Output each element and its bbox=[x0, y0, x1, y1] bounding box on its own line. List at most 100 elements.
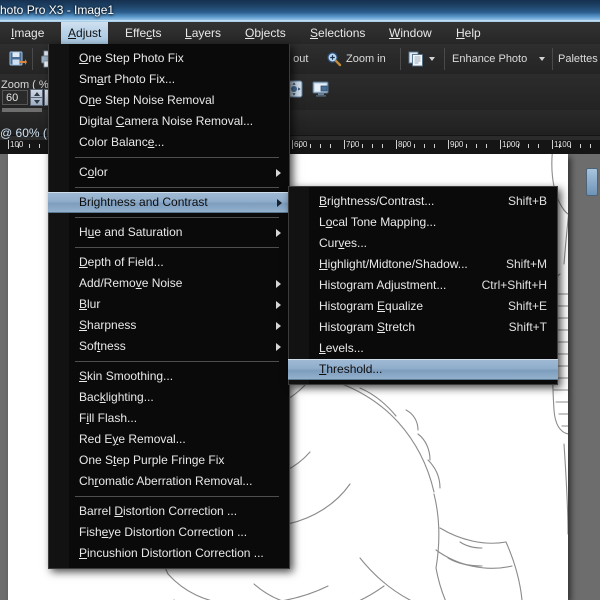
ruler-tick-minor bbox=[414, 144, 415, 148]
menu-item-depth-of-field[interactable]: Depth of Field... bbox=[49, 252, 289, 273]
enhance-photo-dropdown-arrow-icon[interactable] bbox=[539, 57, 545, 61]
monitor-icon[interactable] bbox=[312, 80, 330, 98]
submenu-item-histogram-stretch[interactable]: Histogram Stretch Shift+T bbox=[289, 317, 557, 338]
submenu-item-levels[interactable]: Levels... bbox=[289, 338, 557, 359]
menu-separator bbox=[75, 496, 279, 497]
copy-dropdown-arrow-icon[interactable] bbox=[429, 57, 435, 61]
menubar-item-image[interactable]: Image bbox=[4, 22, 51, 44]
submenu-item-shortcut: Shift+E bbox=[507, 299, 547, 313]
spinner-down-icon[interactable] bbox=[34, 100, 40, 104]
ruler-tick-minor bbox=[570, 144, 571, 148]
submenu-item-curves[interactable]: Curves... bbox=[289, 233, 557, 254]
menu-item-skin-smoothing[interactable]: Skin Smoothing... bbox=[49, 366, 289, 387]
submenu-item-histogram-equalize[interactable]: Histogram Equalize Shift+E bbox=[289, 296, 557, 317]
submenu-arrow-icon bbox=[277, 198, 282, 207]
ruler-tick-minor bbox=[590, 144, 591, 148]
vertical-scrollbar-thumb[interactable] bbox=[586, 168, 598, 196]
menubar-item-help[interactable]: Help bbox=[449, 22, 488, 44]
toolbar-separator bbox=[32, 48, 33, 70]
ruler-tick-major bbox=[344, 140, 345, 149]
menu-separator bbox=[75, 361, 279, 362]
menu-item-one-step-photo-fix[interactable]: One Step Photo Fix bbox=[49, 48, 289, 69]
submenu-item-histogram-adjustment[interactable]: Histogram Adjustment... Ctrl+Shift+H bbox=[289, 275, 557, 296]
submenu-item-brightness-contrast[interactable]: Brightness/Contrast... Shift+B bbox=[289, 191, 557, 212]
menu-item-red-eye-removal[interactable]: Red Eye Removal... bbox=[49, 429, 289, 450]
save-as-button[interactable] bbox=[6, 47, 30, 71]
menu-item-fill-flash[interactable]: Fill Flash... bbox=[49, 408, 289, 429]
menu-item-blur[interactable]: Blur bbox=[49, 294, 289, 315]
menu-item-one-step-noise-removal[interactable]: One Step Noise Removal bbox=[49, 90, 289, 111]
zoom-value-input[interactable]: 60 bbox=[2, 90, 28, 105]
submenu-arrow-icon bbox=[276, 168, 281, 177]
ruler-tick-major bbox=[448, 140, 449, 149]
menu-separator bbox=[75, 217, 279, 218]
submenu-arrow-icon bbox=[276, 228, 281, 237]
menu-item-hue-and-saturation[interactable]: Hue and Saturation bbox=[49, 222, 289, 243]
menu-item-label: Color bbox=[79, 165, 108, 179]
menubar-item-window[interactable]: Window bbox=[382, 22, 439, 44]
menu-item-label: One Step Noise Removal bbox=[79, 93, 215, 107]
submenu-arrow-icon bbox=[276, 321, 281, 330]
submenu-item-highlight-midtone-shadow[interactable]: Highlight/Midtone/Shadow... Shift+M bbox=[289, 254, 557, 275]
menu-bar[interactable]: Image Adjust Effects Layers Objects Selection… bbox=[0, 22, 600, 45]
ruler-tick-minor bbox=[518, 144, 519, 148]
menu-item-label: Add/Remove Noise bbox=[79, 276, 183, 290]
ruler-tick-major bbox=[500, 140, 501, 149]
submenu-item-local-tone-mapping[interactable]: Local Tone Mapping... bbox=[289, 212, 557, 233]
ruler-tick-minor bbox=[299, 144, 300, 148]
ruler-tick-minor bbox=[507, 144, 508, 148]
ruler-tick-minor bbox=[382, 144, 383, 148]
menu-item-label: Red Eye Removal... bbox=[79, 432, 186, 446]
enhance-photo-label[interactable]: Enhance Photo bbox=[452, 53, 527, 65]
menu-item-barrel-distortion-correction[interactable]: Barrel Distortion Correction ... bbox=[49, 501, 289, 522]
brightness-and-contrast-submenu[interactable]: Brightness/Contrast... Shift+B Local Tone … bbox=[288, 186, 558, 385]
ruler-tick-minor bbox=[559, 144, 560, 148]
menu-item-one-step-purple-fringe-fix[interactable]: One Step Purple Fringe Fix bbox=[49, 450, 289, 471]
menu-item-digital-camera-noise-removal[interactable]: Digital Camera Noise Removal... bbox=[49, 111, 289, 132]
menu-item-label: Softness bbox=[79, 339, 126, 353]
menu-item-color-balance[interactable]: Color Balance... bbox=[49, 132, 289, 153]
menu-item-label: Pincushion Distortion Correction ... bbox=[79, 546, 264, 560]
ruler-tick-minor bbox=[528, 144, 529, 148]
adjust-dropdown-menu[interactable]: One Step Photo Fix Smart Photo Fix... One … bbox=[48, 44, 290, 569]
application-window: hoto Pro X3 - Image1 Image Adjust Effects L… bbox=[0, 0, 600, 600]
menu-item-label: Hue and Saturation bbox=[79, 225, 183, 239]
zoom-slider[interactable] bbox=[2, 108, 42, 112]
submenu-item-shortcut: Shift+T bbox=[508, 320, 547, 334]
menu-item-chromatic-aberration-removal[interactable]: Chromatic Aberration Removal... bbox=[49, 471, 289, 492]
ruler-tick-minor bbox=[455, 144, 456, 148]
menu-item-smart-photo-fix[interactable]: Smart Photo Fix... bbox=[49, 69, 289, 90]
zoom-in-icon bbox=[326, 51, 342, 67]
menu-item-label: Chromatic Aberration Removal... bbox=[79, 474, 253, 488]
ruler-label: 700 bbox=[346, 140, 360, 149]
submenu-item-label: Highlight/Midtone/Shadow... bbox=[319, 257, 468, 271]
menu-item-fisheye-distortion-correction[interactable]: Fisheye Distortion Correction ... bbox=[49, 522, 289, 543]
ruler-tick-major bbox=[552, 140, 553, 149]
menu-item-label: One Step Purple Fringe Fix bbox=[79, 453, 225, 467]
menu-item-brightness-and-contrast[interactable]: Brightness and Contrast bbox=[48, 192, 290, 213]
menu-item-label: Sharpness bbox=[79, 318, 137, 332]
submenu-arrow-icon bbox=[276, 300, 281, 309]
menubar-item-layers[interactable]: Layers bbox=[178, 22, 228, 44]
menu-item-pincushion-distortion-correction[interactable]: Pincushion Distortion Correction ... bbox=[49, 543, 289, 564]
menubar-item-objects[interactable]: Objects bbox=[238, 22, 293, 44]
menubar-item-adjust[interactable]: Adjust bbox=[61, 22, 109, 44]
menu-item-add-remove-noise[interactable]: Add/Remove Noise bbox=[49, 273, 289, 294]
spinner-up-icon[interactable] bbox=[34, 92, 40, 96]
menu-item-label: Backlighting... bbox=[79, 390, 154, 404]
menu-item-backlighting[interactable]: Backlighting... bbox=[49, 387, 289, 408]
menu-item-sharpness[interactable]: Sharpness bbox=[49, 315, 289, 336]
window-title: hoto Pro X3 - Image1 bbox=[0, 3, 115, 17]
zoom-spinner[interactable] bbox=[30, 89, 43, 106]
palettes-label[interactable]: Palettes bbox=[558, 53, 598, 65]
zoom-in-label[interactable]: Zoom in bbox=[346, 53, 386, 65]
menu-item-color[interactable]: Color bbox=[49, 162, 289, 183]
menubar-item-effects[interactable]: Effects bbox=[118, 22, 168, 44]
ruler-label: 800 bbox=[398, 140, 412, 149]
menubar-item-selections[interactable]: Selections bbox=[303, 22, 372, 44]
submenu-item-threshold[interactable]: Threshold... bbox=[288, 359, 558, 380]
menu-item-label: Barrel Distortion Correction ... bbox=[79, 504, 238, 518]
copy-icon[interactable] bbox=[408, 51, 424, 67]
submenu-item-label: Curves... bbox=[319, 236, 368, 250]
menu-item-softness[interactable]: Softness bbox=[49, 336, 289, 357]
